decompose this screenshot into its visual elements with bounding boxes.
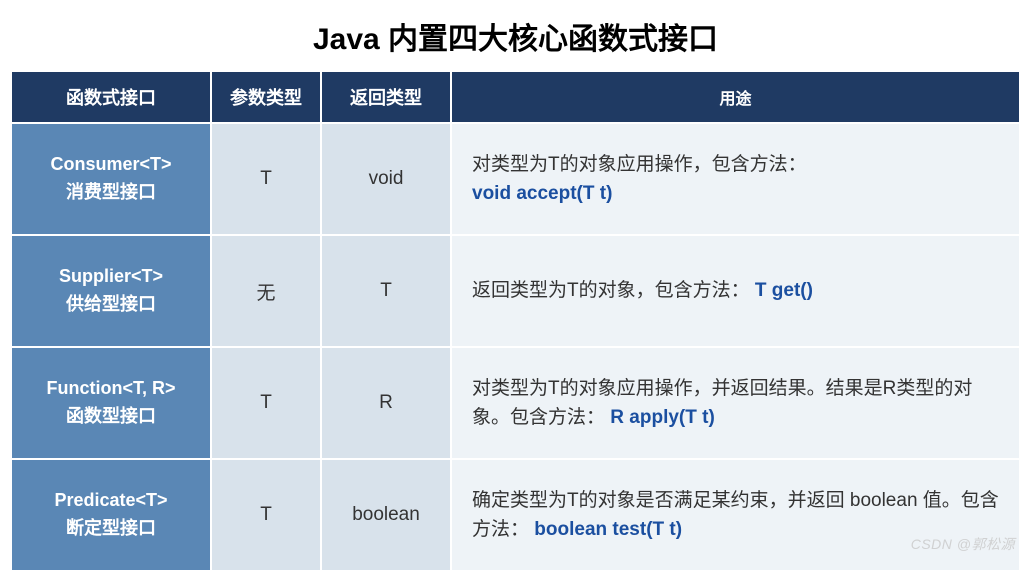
return-cell: T: [321, 235, 451, 347]
header-interface: 函数式接口: [11, 71, 211, 123]
interface-cn: 消费型接口: [66, 182, 156, 202]
header-return-type: 返回类型: [321, 71, 451, 123]
return-cell: boolean: [321, 459, 451, 571]
usage-text: 对类型为T的对象应用操作，包含方法：: [472, 154, 807, 175]
interface-name: Supplier<T>: [59, 266, 163, 286]
table-row: Consumer<T> 消费型接口 T void 对类型为T的对象应用操作，包含…: [11, 123, 1020, 235]
table-header-row: 函数式接口 参数类型 返回类型 用途: [11, 71, 1020, 123]
interface-cn: 函数型接口: [66, 406, 156, 426]
page-title: Java 内置四大核心函数式接口: [10, 8, 1021, 70]
usage-text: 返回类型为T的对象，包含方法：: [472, 280, 750, 301]
param-cell: T: [211, 347, 321, 459]
usage-text: 对类型为T的对象应用操作，并返回结果。结果是R类型的对象。包含方法：: [472, 378, 972, 428]
usage-cell: 确定类型为T的对象是否满足某约束，并返回 boolean 值。包含方法： boo…: [451, 459, 1020, 571]
method-signature: void accept(T t): [472, 183, 612, 204]
interface-cell: Function<T, R> 函数型接口: [11, 347, 211, 459]
interface-name: Consumer<T>: [50, 154, 171, 174]
table-row: Supplier<T> 供给型接口 无 T 返回类型为T的对象，包含方法： T …: [11, 235, 1020, 347]
interface-cell: Supplier<T> 供给型接口: [11, 235, 211, 347]
return-cell: void: [321, 123, 451, 235]
interface-cn: 供给型接口: [66, 294, 156, 314]
header-usage: 用途: [451, 71, 1020, 123]
watermark: CSDN @郭松源: [911, 534, 1015, 554]
interface-name: Function<T, R>: [46, 378, 175, 398]
param-cell: T: [211, 459, 321, 571]
table-row: Function<T, R> 函数型接口 T R 对类型为T的对象应用操作，并返…: [11, 347, 1020, 459]
method-signature: R apply(T t): [610, 407, 715, 428]
interface-name: Predicate<T>: [54, 490, 167, 510]
interface-cell: Predicate<T> 断定型接口: [11, 459, 211, 571]
method-signature: boolean test(T t): [534, 519, 682, 540]
usage-cell: 返回类型为T的对象，包含方法： T get(): [451, 235, 1020, 347]
usage-cell: 对类型为T的对象应用操作，并返回结果。结果是R类型的对象。包含方法： R app…: [451, 347, 1020, 459]
interface-cell: Consumer<T> 消费型接口: [11, 123, 211, 235]
interfaces-table: 函数式接口 参数类型 返回类型 用途 Consumer<T> 消费型接口 T v…: [10, 70, 1021, 572]
param-cell: 无: [211, 235, 321, 347]
param-cell: T: [211, 123, 321, 235]
interface-cn: 断定型接口: [66, 518, 156, 538]
method-signature: T get(): [755, 280, 813, 301]
table-row: Predicate<T> 断定型接口 T boolean 确定类型为T的对象是否…: [11, 459, 1020, 571]
header-param-type: 参数类型: [211, 71, 321, 123]
return-cell: R: [321, 347, 451, 459]
usage-cell: 对类型为T的对象应用操作，包含方法： void accept(T t): [451, 123, 1020, 235]
